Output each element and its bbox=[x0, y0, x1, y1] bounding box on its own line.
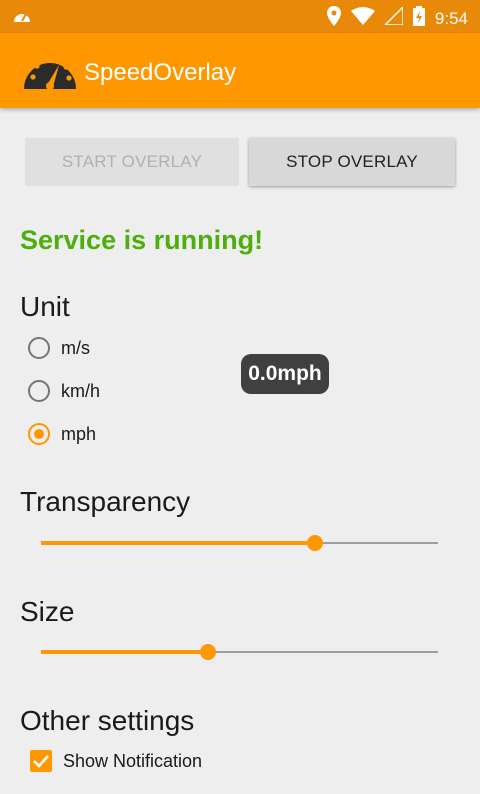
unit-option-ms[interactable]: m/s bbox=[28, 334, 90, 362]
stop-overlay-button[interactable]: STOP OVERLAY bbox=[249, 138, 455, 186]
transparency-slider[interactable] bbox=[41, 533, 438, 553]
location-icon bbox=[326, 6, 341, 31]
checkmark-icon bbox=[33, 755, 49, 768]
unit-option-label: m/s bbox=[61, 337, 90, 358]
size-slider[interactable] bbox=[41, 642, 438, 662]
slider-fill bbox=[41, 541, 315, 545]
slider-thumb[interactable] bbox=[199, 644, 216, 660]
other-settings-heading: Other settings bbox=[20, 705, 195, 736]
start-overlay-button[interactable]: START OVERLAY bbox=[25, 138, 239, 186]
show-notification-label: Show Notification bbox=[63, 750, 203, 771]
wifi-icon bbox=[350, 7, 375, 30]
radio-button-selected[interactable] bbox=[28, 423, 50, 445]
status-bar: 9:54 bbox=[0, 0, 480, 33]
speedometer-logo-icon bbox=[22, 49, 78, 96]
speedometer-notification-icon bbox=[12, 7, 32, 30]
speed-overlay-preview[interactable]: 0.0mph bbox=[241, 354, 329, 394]
unit-option-kmh[interactable]: km/h bbox=[28, 377, 100, 405]
clock: 9:54 bbox=[434, 8, 468, 28]
app-bar: SpeedOverlay bbox=[0, 33, 480, 108]
radio-button[interactable] bbox=[28, 337, 50, 359]
cellular-signal-icon bbox=[383, 5, 404, 30]
size-heading: Size bbox=[20, 596, 75, 627]
radio-button[interactable] bbox=[28, 380, 50, 402]
unit-option-label: mph bbox=[61, 423, 97, 444]
slider-fill bbox=[41, 650, 208, 654]
slider-thumb[interactable] bbox=[306, 535, 323, 551]
show-notification-checkbox-row[interactable]: Show Notification bbox=[30, 750, 202, 772]
app-title: SpeedOverlay bbox=[84, 59, 237, 86]
unit-option-mph[interactable]: mph bbox=[28, 420, 96, 448]
service-status-text: Service is running! bbox=[20, 225, 264, 255]
show-notification-checkbox[interactable] bbox=[30, 750, 52, 772]
transparency-heading: Transparency bbox=[20, 486, 191, 517]
unit-heading: Unit bbox=[20, 291, 70, 322]
battery-charging-icon bbox=[412, 6, 425, 31]
unit-option-label: km/h bbox=[61, 380, 101, 401]
